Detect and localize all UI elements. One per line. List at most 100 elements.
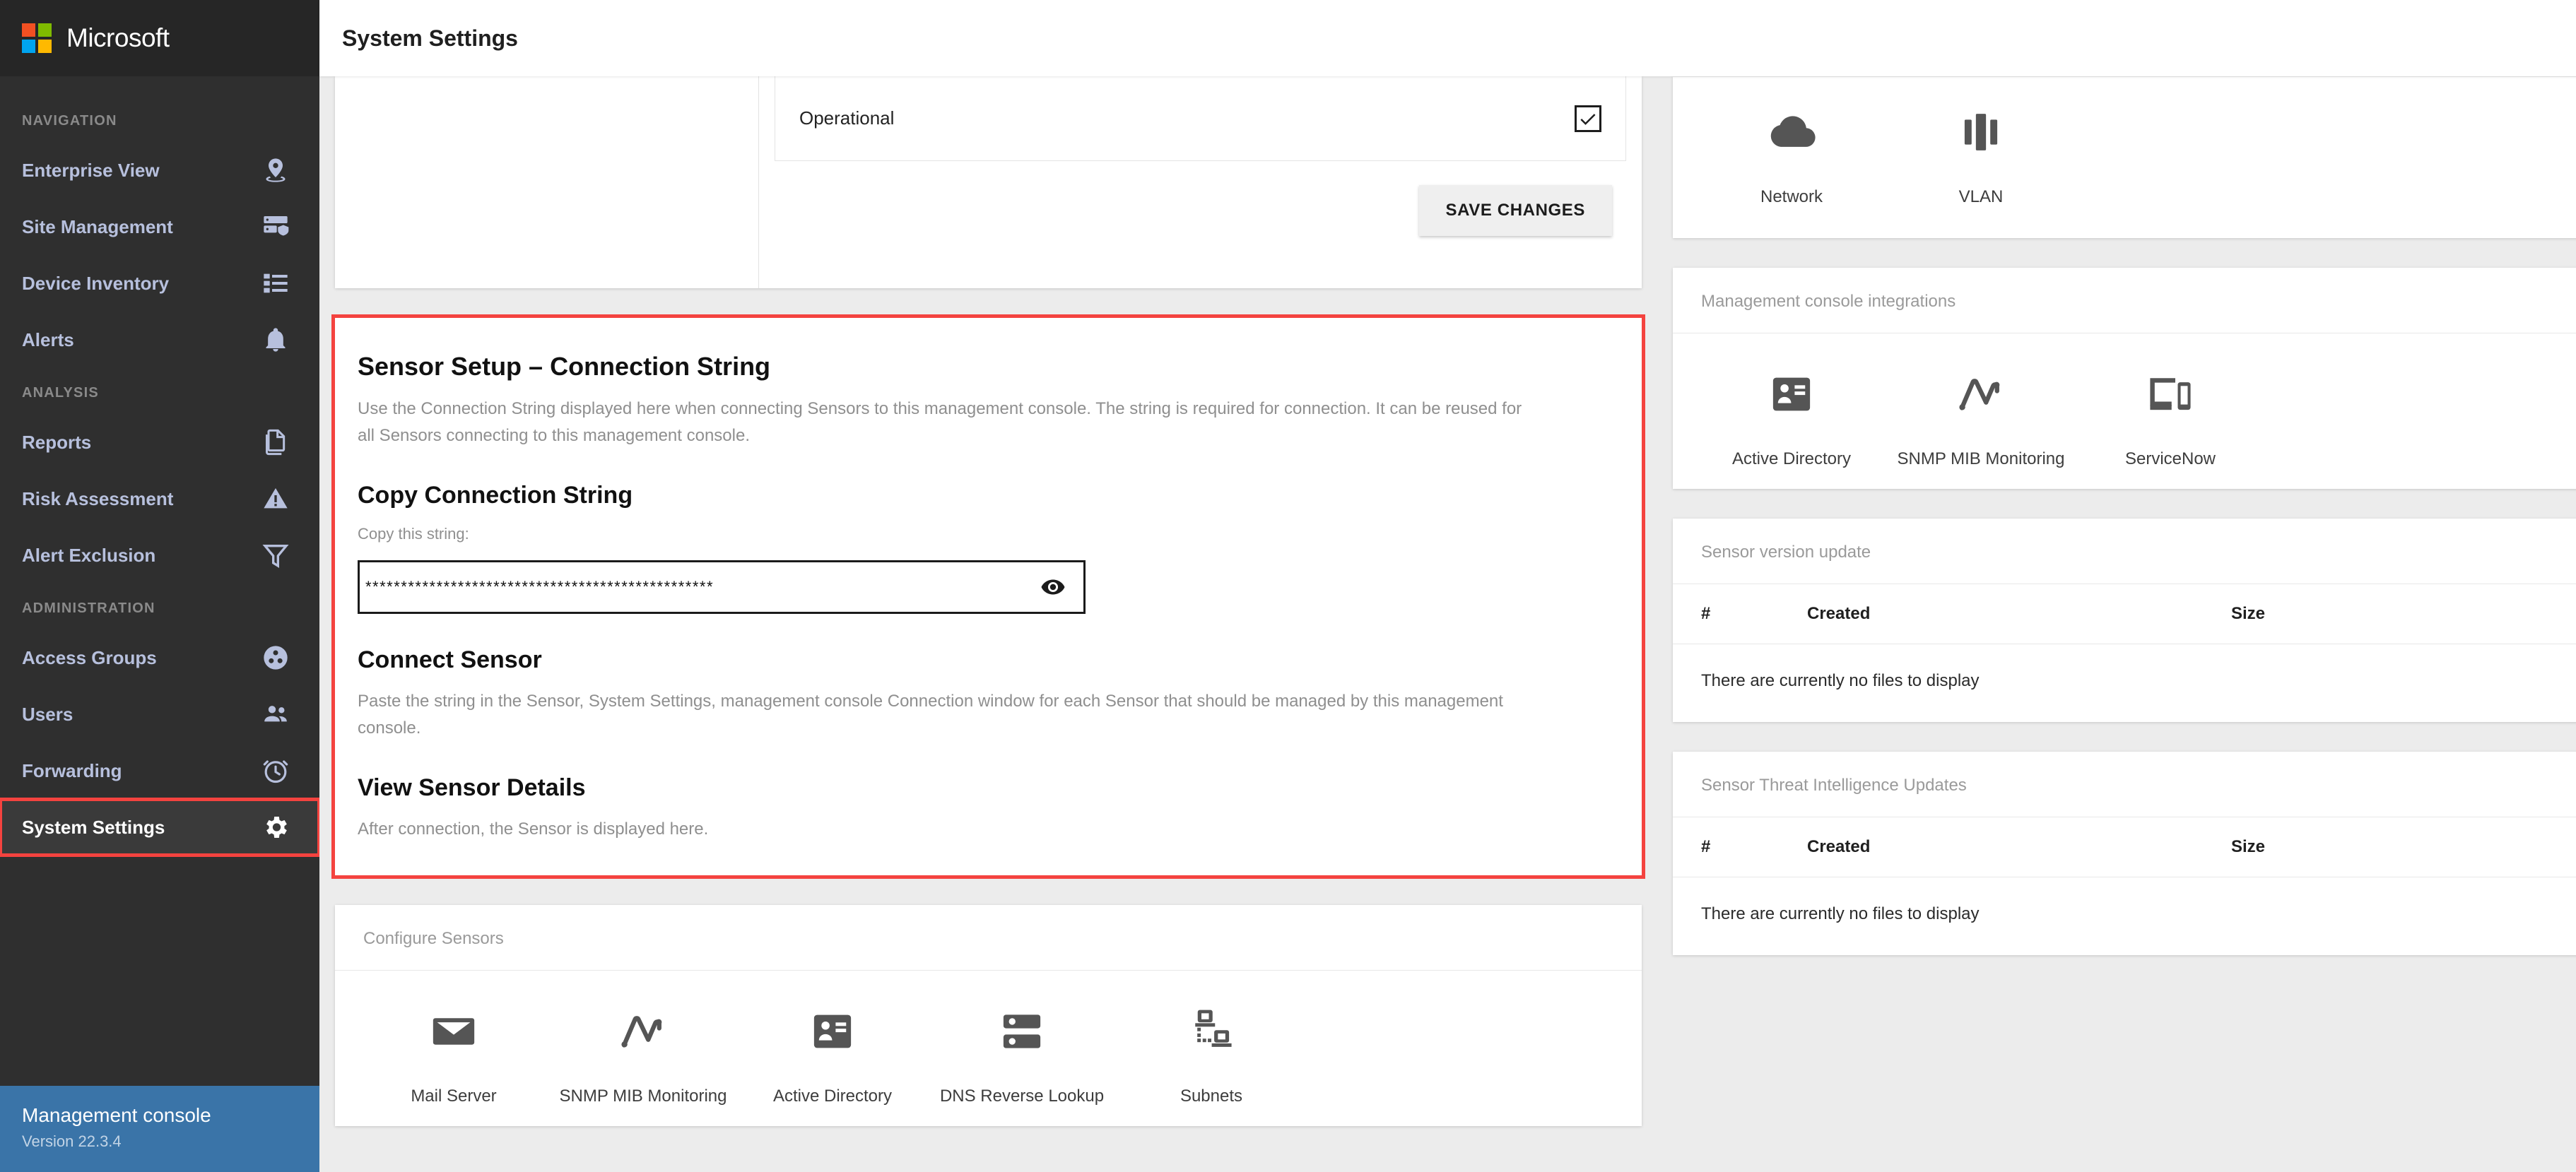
sensor-threat-intelligence-title: Sensor Threat Intelligence Updates xyxy=(1701,776,1967,795)
tile-label: SNMP MIB Monitoring xyxy=(1897,449,2065,468)
sensor-version-update-header: Sensor version update + xyxy=(1673,519,2576,584)
id-card-icon xyxy=(809,998,856,1065)
operational-label: Operational xyxy=(799,107,895,129)
snmp-chart-icon xyxy=(618,998,669,1065)
sidebar-item-system-settings[interactable]: System Settings xyxy=(0,798,321,857)
connect-sensor-heading: Connect Sensor xyxy=(358,646,542,673)
sidebar-item-label: Alerts xyxy=(22,328,74,350)
table-empty-message: There are currently no files to display xyxy=(1701,904,1980,923)
site-shield-icon xyxy=(260,211,291,242)
microsoft-logo-icon xyxy=(22,23,52,53)
id-card-icon xyxy=(1768,360,1815,428)
column-header-created: Created xyxy=(1807,604,1871,623)
sidebar-section-navigation: NAVIGATION xyxy=(22,113,117,129)
sensor-status-card: Operational SAVE CHANGES xyxy=(335,76,1642,288)
left-column: Operational SAVE CHANGES Sensor Setup – … xyxy=(319,76,1673,1172)
main-area: System Settings Operational SAVE CHANGES… xyxy=(319,0,2576,1172)
sidebar-item-reports[interactable]: Reports xyxy=(0,414,319,470)
table-empty-message: There are currently no files to display xyxy=(1701,671,1980,690)
tile-integration-active-directory[interactable]: Active Directory xyxy=(1697,360,1886,482)
tile-active-directory[interactable]: Active Directory xyxy=(738,998,927,1119)
clock-icon xyxy=(260,755,291,786)
sidebar-item-enterprise-view[interactable]: Enterprise View xyxy=(0,142,319,199)
sidebar-item-label: Forwarding xyxy=(22,759,122,781)
configure-sensors-card: Configure Sensors Mail Server SNMP MIB M… xyxy=(335,904,1642,1126)
map-pin-icon xyxy=(260,155,291,186)
operational-row[interactable]: Operational xyxy=(775,76,1626,161)
sensor-setup-connection-string-card: Sensor Setup – Connection String Use the… xyxy=(331,314,1645,879)
column-header-number: # xyxy=(1701,604,1711,623)
view-sensor-details-heading: View Sensor Details xyxy=(358,774,586,801)
operational-checkbox[interactable] xyxy=(1575,105,1601,132)
copy-this-string-label: Copy this string: xyxy=(358,524,469,543)
tile-label: Mail Server xyxy=(411,1086,497,1106)
sidebar-item-forwarding[interactable]: Forwarding xyxy=(0,742,319,799)
sensor-threat-intelligence-table: # Created Size There are currently no fi… xyxy=(1673,817,2576,955)
tile-mail-server[interactable]: Mail Server xyxy=(359,998,548,1119)
tile-network[interactable]: Network xyxy=(1697,98,1886,220)
sidebar-item-label: Alert Exclusion xyxy=(22,544,156,566)
tile-label: Active Directory xyxy=(1731,449,1852,468)
sidebar-item-label: Enterprise View xyxy=(22,159,160,181)
column-header-size: Size xyxy=(2231,604,2266,623)
page-title: System Settings xyxy=(342,25,518,51)
sidebar-item-users[interactable]: Users xyxy=(0,686,319,742)
tile-vlan[interactable]: VLAN xyxy=(1886,98,2076,220)
access-group-icon xyxy=(260,642,291,673)
sidebar-nav: NAVIGATION Enterprise View Site Manageme… xyxy=(0,76,321,857)
tile-label: SNMP MIB Monitoring xyxy=(559,1086,727,1106)
copy-connection-string-heading: Copy Connection String xyxy=(358,481,633,509)
view-sensor-details-text: After connection, the Sensor is displaye… xyxy=(358,819,709,839)
connection-string-field[interactable] xyxy=(358,560,1086,614)
save-changes-button[interactable]: SAVE CHANGES xyxy=(1418,185,1612,236)
vlan-icon xyxy=(1958,98,2004,166)
mail-icon xyxy=(430,998,477,1065)
sidebar: Microsoft NAVIGATION Enterprise View Sit… xyxy=(0,0,321,1172)
devices-icon xyxy=(2146,360,2195,428)
top-bar: System Settings xyxy=(319,0,2576,76)
sensor-version-update-title: Sensor version update xyxy=(1701,543,1871,562)
configure-sensors-header: Configure Sensors xyxy=(335,905,1642,971)
tile-subnets[interactable]: Subnets xyxy=(1117,998,1306,1119)
tile-snmp-mib-monitoring[interactable]: SNMP MIB Monitoring xyxy=(548,998,738,1119)
brand-name: Microsoft xyxy=(66,23,170,52)
tile-label: Active Directory xyxy=(772,1086,893,1106)
sidebar-item-site-management[interactable]: Site Management xyxy=(0,199,319,255)
gear-icon xyxy=(260,812,291,843)
sensor-threat-intelligence-header: Sensor Threat Intelligence Updates + xyxy=(1673,752,2576,817)
management-console-version: Version 22.3.4 xyxy=(22,1132,122,1150)
column-header-size: Size xyxy=(2231,837,2266,856)
network-tile-grid: Network VLAN xyxy=(1673,77,2576,238)
table-header-row: # Created Size xyxy=(1673,817,2576,877)
tile-label: VLAN xyxy=(1958,187,2004,206)
connection-string-input[interactable] xyxy=(360,577,1023,596)
documents-icon xyxy=(260,427,291,458)
sidebar-item-label: Access Groups xyxy=(22,646,157,668)
status-card-right-pane: Operational SAVE CHANGES xyxy=(759,76,1642,288)
sidebar-item-label: Users xyxy=(22,703,73,725)
configure-sensors-tile-grid: Mail Server SNMP MIB Monitoring Active D… xyxy=(335,971,1642,1126)
app-root: Microsoft NAVIGATION Enterprise View Sit… xyxy=(0,0,2576,1172)
save-row: SAVE CHANGES xyxy=(759,161,1642,236)
eye-icon[interactable] xyxy=(1023,562,1083,612)
people-icon xyxy=(260,699,291,730)
network-panel-card: Network VLAN xyxy=(1673,76,2576,238)
sidebar-item-access-groups[interactable]: Access Groups xyxy=(0,629,319,686)
sidebar-item-risk-assessment[interactable]: Risk Assessment xyxy=(0,470,319,527)
snmp-chart-icon xyxy=(1955,360,2006,428)
sidebar-section-administration: ADMINISTRATION xyxy=(22,600,155,616)
management-console-title: Management console xyxy=(22,1104,211,1126)
integrations-tile-grid: Active Directory SNMP MIB Monitoring Ser… xyxy=(1673,333,2576,489)
tile-label: ServiceNow xyxy=(2124,449,2216,468)
funnel-icon xyxy=(260,540,291,571)
tile-dns-reverse-lookup[interactable]: DNS Reverse Lookup xyxy=(927,998,1117,1119)
column-header-number: # xyxy=(1701,837,1711,856)
tile-integration-snmp-mib-monitoring[interactable]: SNMP MIB Monitoring xyxy=(1886,360,2076,482)
sidebar-item-alert-exclusion[interactable]: Alert Exclusion xyxy=(0,527,319,584)
sensor-threat-intelligence-updates-card: Sensor Threat Intelligence Updates + # C… xyxy=(1673,752,2576,955)
tile-integration-servicenow[interactable]: ServiceNow xyxy=(2076,360,2265,482)
integrations-header: Management console integrations xyxy=(1673,268,2576,333)
server-icon xyxy=(999,998,1045,1065)
sidebar-item-alerts[interactable]: Alerts xyxy=(0,312,319,368)
sidebar-item-device-inventory[interactable]: Device Inventory xyxy=(0,255,319,312)
